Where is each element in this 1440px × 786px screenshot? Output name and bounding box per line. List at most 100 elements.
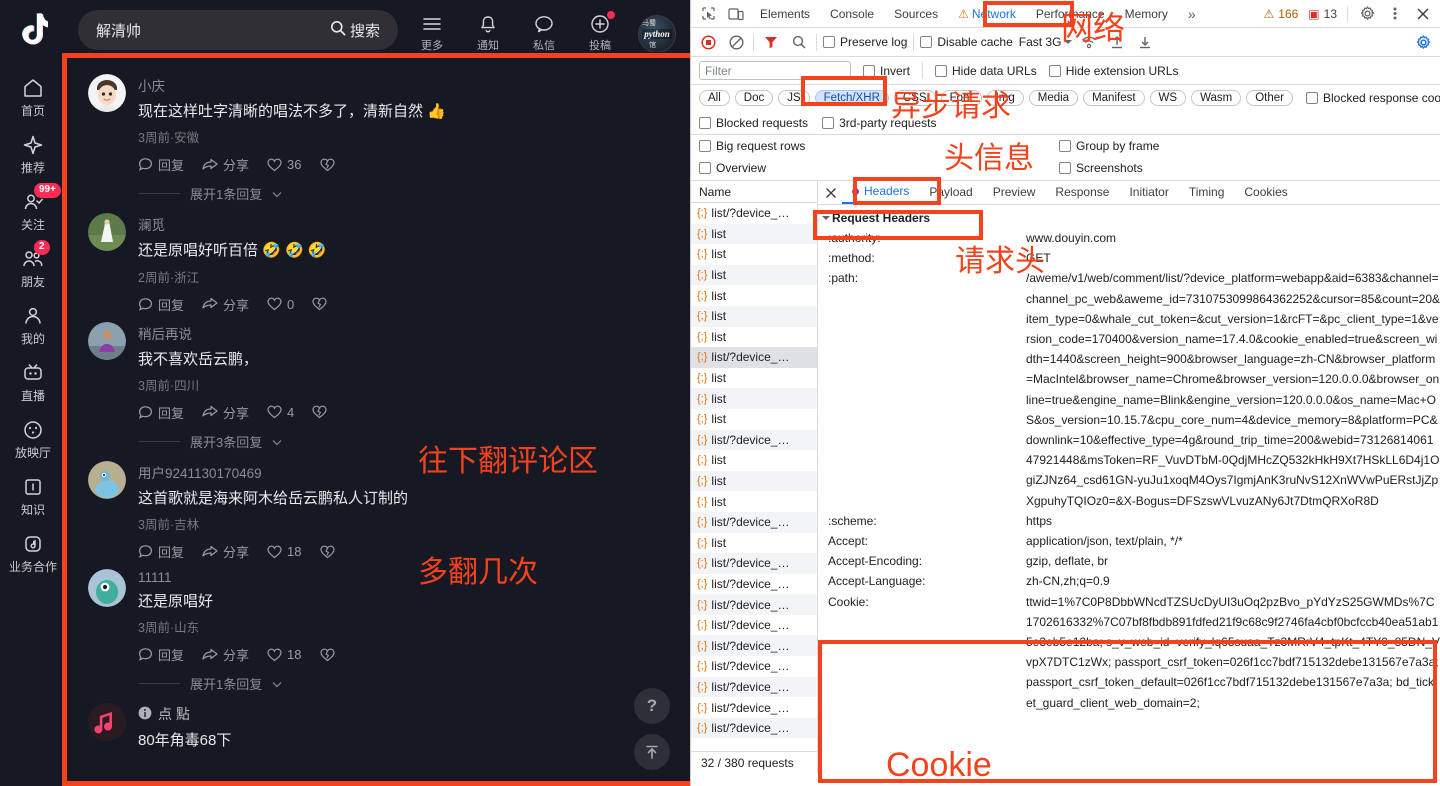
dislike-button[interactable] — [320, 648, 335, 662]
header-action-upload[interactable]: 投稿 — [582, 13, 618, 53]
avatar[interactable] — [88, 213, 126, 251]
share-button[interactable]: 分享 — [202, 295, 249, 314]
like-button[interactable]: 18 — [267, 544, 301, 559]
table-row[interactable]: {;}list/?device_… — [691, 553, 817, 574]
tab-timing[interactable]: Timing — [1179, 181, 1235, 204]
like-button[interactable]: 0 — [267, 297, 294, 312]
dislike-button[interactable] — [312, 297, 327, 311]
sidebar-item-business[interactable]: 业务合作 — [3, 524, 63, 581]
dislike-button[interactable] — [320, 158, 335, 172]
search-input[interactable] — [96, 22, 322, 39]
disable-cache-checkbox[interactable]: Disable cache — [920, 35, 1012, 49]
blocked-response-cookies-checkbox[interactable]: Blocked response cookies — [1306, 91, 1440, 105]
tab-initiator[interactable]: Initiator — [1119, 181, 1178, 204]
table-row[interactable]: {;}list — [691, 388, 817, 409]
table-row[interactable]: {;}list — [691, 265, 817, 286]
sidebar-item-live[interactable]: 直播 — [3, 353, 63, 410]
search-button[interactable]: 搜索 — [322, 16, 392, 45]
dislike-button[interactable] — [312, 405, 327, 419]
table-row[interactable]: {;}list — [691, 533, 817, 554]
type-filter-fetch-xhr[interactable]: Fetch/XHR — [815, 90, 889, 106]
sidebar-item-recommend[interactable]: 推荐 — [3, 125, 63, 182]
preserve-log-checkbox[interactable]: Preserve log — [823, 35, 907, 49]
group-by-frame-checkbox[interactable]: Group by frame — [1059, 139, 1432, 153]
table-row[interactable]: {;}list — [691, 244, 817, 265]
comment-author[interactable]: 稍后再说 — [138, 323, 666, 343]
sidebar-item-following[interactable]: 99+ 关注 — [3, 182, 63, 239]
header-action-more[interactable]: 更多 — [414, 13, 450, 53]
filter-input[interactable] — [699, 61, 851, 80]
hide-data-urls-checkbox[interactable]: Hide data URLs — [935, 64, 1037, 78]
table-row[interactable]: {;}list — [691, 224, 817, 245]
table-row[interactable]: {;}list/?device_… — [691, 430, 817, 451]
type-filter-all[interactable]: All — [699, 90, 730, 106]
like-button[interactable]: 18 — [267, 647, 301, 662]
gear-icon[interactable] — [1354, 2, 1380, 26]
share-button[interactable]: 分享 — [202, 155, 249, 174]
request-headers-section-title[interactable]: Request Headers — [818, 208, 1440, 228]
table-row-selected[interactable]: {;}list/?device_… — [691, 347, 817, 368]
reply-button[interactable]: 回复 — [138, 295, 184, 314]
table-row[interactable]: {;}list — [691, 491, 817, 512]
tab-console[interactable]: Console — [821, 1, 883, 27]
search-box[interactable]: 搜索 — [78, 10, 398, 50]
scroll-to-top-icon[interactable] — [634, 734, 670, 770]
hide-extension-urls-checkbox[interactable]: Hide extension URLs — [1049, 64, 1179, 78]
request-list[interactable]: {;}list/?device_… {;}list {;}list {;}lis… — [691, 203, 817, 751]
error-count[interactable]: ▣ 13 — [1304, 7, 1341, 21]
avatar[interactable] — [88, 74, 126, 112]
kebab-menu-icon[interactable] — [1382, 2, 1408, 26]
reply-button[interactable]: 回复 — [138, 645, 184, 664]
table-row[interactable]: {;}list — [691, 409, 817, 430]
search-icon[interactable] — [788, 31, 810, 53]
warning-count[interactable]: ⚠ 166 — [1260, 7, 1303, 21]
avatar[interactable] — [88, 322, 126, 360]
type-filter-media[interactable]: Media — [1029, 90, 1078, 106]
tab-headers[interactable]: Headers — [842, 181, 919, 204]
filter-icon[interactable] — [760, 31, 782, 53]
tab-network[interactable]: ⚠Network — [949, 1, 1025, 27]
sidebar-item-profile[interactable]: 我的 — [3, 296, 63, 353]
reply-button[interactable]: 回复 — [138, 155, 184, 174]
export-har-icon[interactable] — [1134, 31, 1156, 53]
comment-author[interactable]: 澜觅 — [138, 214, 666, 234]
reply-button[interactable]: 回复 — [138, 403, 184, 422]
header-action-messages[interactable]: 私信 — [526, 13, 562, 53]
table-row[interactable]: {;}list/?device_… — [691, 656, 817, 677]
invert-checkbox[interactable]: Invert — [863, 64, 910, 78]
sidebar-item-home[interactable]: 首页 — [3, 68, 63, 125]
close-icon[interactable] — [1410, 2, 1436, 26]
avatar[interactable]: 马蜀 python 馆 — [638, 15, 676, 53]
tab-sources[interactable]: Sources — [885, 1, 947, 27]
table-row[interactable]: {;}list — [691, 471, 817, 492]
avatar[interactable] — [88, 569, 126, 607]
dislike-button[interactable] — [320, 545, 335, 559]
inspect-element-icon[interactable] — [695, 2, 721, 26]
table-row[interactable]: {;}list/?device_… — [691, 635, 817, 656]
type-filter-manifest[interactable]: Manifest — [1083, 90, 1144, 106]
tab-elements[interactable]: Elements — [751, 1, 819, 27]
table-row[interactable]: {;}list/?device_… — [691, 203, 817, 224]
blocked-requests-checkbox[interactable]: Blocked requests — [699, 116, 808, 130]
table-row[interactable]: {;}list — [691, 285, 817, 306]
table-row[interactable]: {;}list/?device_… — [691, 615, 817, 636]
type-filter-doc[interactable]: Doc — [735, 90, 773, 106]
avatar[interactable] — [88, 703, 126, 741]
type-filter-other[interactable]: Other — [1246, 90, 1293, 106]
douyin-logo-icon[interactable] — [0, 0, 66, 60]
avatar[interactable] — [88, 461, 126, 499]
table-row[interactable]: {;}list/?device_… — [691, 512, 817, 533]
sidebar-item-knowledge[interactable]: 知识 — [3, 467, 63, 524]
type-filter-wasm[interactable]: Wasm — [1191, 90, 1241, 106]
like-button[interactable]: 4 — [267, 405, 294, 420]
table-row[interactable]: {;}list/?device_… — [691, 594, 817, 615]
table-row[interactable]: {;}list/?device_… — [691, 697, 817, 718]
like-button[interactable]: 36 — [267, 157, 301, 172]
comment-author[interactable]: 小庆 — [138, 75, 666, 95]
close-icon[interactable] — [820, 187, 842, 199]
tab-preview[interactable]: Preview — [983, 181, 1046, 204]
sidebar-item-cinema[interactable]: 放映厅 — [3, 410, 63, 467]
more-tabs-button[interactable]: » — [1179, 1, 1205, 27]
question-mark-icon[interactable]: ? — [634, 688, 670, 724]
tab-payload[interactable]: Payload — [919, 181, 982, 204]
